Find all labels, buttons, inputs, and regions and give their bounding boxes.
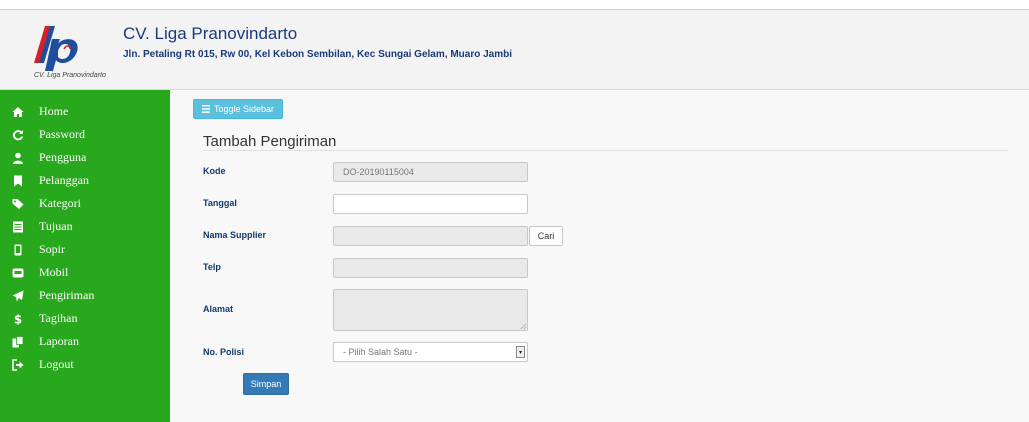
sidebar-item-pelanggan[interactable]: Pelanggan [10,169,94,192]
company-address: Jln. Petaling Rt 015, Rw 00, Kel Kebon S… [123,49,512,60]
alamat-label: Alamat [203,304,234,314]
list-alt-icon [10,219,26,235]
dollar-icon: $ [10,311,26,327]
nama-supplier-label: Nama Supplier [203,230,267,240]
sidebar-item-kategori[interactable]: Kategori [10,192,94,215]
no-polisi-label: No. Polisi [203,347,245,357]
title-divider [203,150,1008,151]
sidebar-item-label: Logout [39,357,74,371]
user-icon [10,150,26,166]
sidebar-item-label: Tujuan [39,219,73,233]
no-polisi-selected: - Pilih Salah Satu - [343,347,418,357]
sidebar-item-label: Pelanggan [39,173,89,187]
main-content: Toggle Sidebar Tambah Pengiriman Kode DO… [170,90,1029,422]
page-title: Tambah Pengiriman [203,133,337,150]
logout-icon [10,357,26,373]
toggle-sidebar-button[interactable]: Toggle Sidebar [193,99,284,119]
phone-icon [10,242,26,258]
sidebar-item-tujuan[interactable]: Tujuan [10,215,94,238]
home-icon [10,104,26,120]
sidebar-item-tagihan[interactable]: $ Tagihan [10,307,94,330]
app-header: CV. Liga Pranovindarto CV. Liga Pranovin… [0,10,1029,90]
toggle-list-icon [202,105,210,113]
kode-label: Kode [203,166,226,176]
company-name: CV. Liga Pranovindarto [123,24,298,43]
tags-icon [10,196,26,212]
sidebar-item-home[interactable]: Home [10,100,94,123]
bookmark-icon [10,173,26,189]
sidebar-item-label: Kategori [39,196,81,210]
cari-button[interactable]: Cari [529,226,563,246]
no-polisi-select[interactable]: - Pilih Salah Satu - ▾ [333,342,528,362]
sidebar-menu: Home Password Pengguna Pelanggan Kategor… [10,100,94,376]
kode-field: DO-20190115004 [333,162,528,182]
sidebar-item-label: Home [39,104,69,118]
tanggal-input[interactable] [333,194,528,214]
alamat-textarea [333,289,528,331]
refresh-icon [10,127,26,143]
sidebar-item-label: Laporan [39,334,79,348]
dropdown-arrow-icon: ▾ [516,346,525,358]
telp-field [333,258,528,278]
sidebar-item-mobil[interactable]: Mobil [10,261,94,284]
svg-text:$: $ [14,313,22,325]
sidebar-item-label: Sopir [39,242,66,256]
send-icon [10,288,26,304]
sidebar-item-laporan[interactable]: Laporan [10,330,94,353]
sidebar-item-pengguna[interactable]: Pengguna [10,146,94,169]
sidebar-item-label: Password [39,127,86,141]
sidebar-item-label: Pengguna [39,150,87,164]
sidebar-item-password[interactable]: Password [10,123,94,146]
sidebar-item-pengiriman[interactable]: Pengiriman [10,284,94,307]
sidebar-item-sopir[interactable]: Sopir [10,238,94,261]
simpan-button[interactable]: Simpan [243,373,289,395]
hdd-icon [10,265,26,281]
copy-icon [10,334,26,350]
toggle-sidebar-label: Toggle Sidebar [214,104,275,114]
sidebar: Home Password Pengguna Pelanggan Kategor… [0,90,170,422]
nama-supplier-field [333,226,528,246]
sidebar-item-label: Tagihan [39,311,78,325]
telp-label: Telp [203,262,221,272]
company-logo: CV. Liga Pranovindarto [22,23,118,79]
resize-handle-icon [520,323,526,329]
sidebar-item-label: Mobil [39,265,69,279]
sidebar-item-logout[interactable]: Logout [10,353,94,376]
kode-value: DO-20190115004 [343,167,414,177]
tanggal-label: Tanggal [203,198,237,208]
logo-mark-icon [34,26,78,71]
logo-caption: CV. Liga Pranovindarto [34,72,106,79]
sidebar-item-label: Pengiriman [39,288,95,302]
